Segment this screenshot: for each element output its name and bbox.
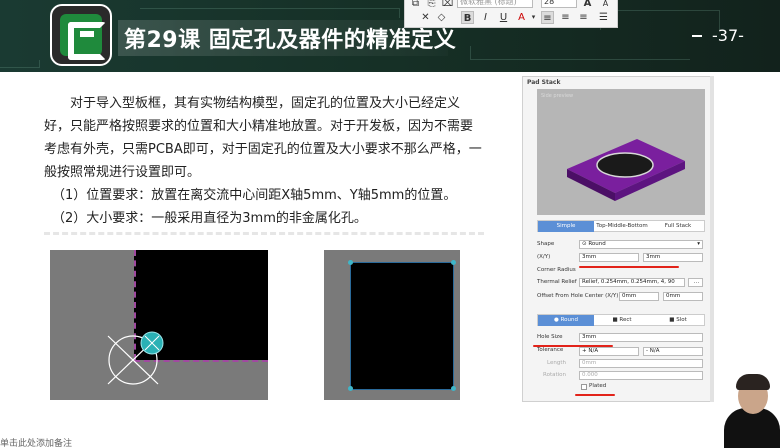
- paste-icon[interactable]: ⎘: [425, 0, 438, 10]
- align-left-icon[interactable]: ≡: [541, 11, 554, 24]
- tab-hole-rect[interactable]: ■ Rect: [594, 315, 650, 326]
- shape-value: Round: [588, 241, 606, 247]
- intro-paragraph[interactable]: 对于导入型板框，其有实物结构模型，固定孔的位置及大小已经定义好，只能严格按照要求…: [44, 92, 484, 184]
- thermal-relief-label: Thermal Relief: [537, 279, 577, 285]
- page-dash-left: [692, 35, 702, 37]
- copy-format-icon[interactable]: ⧉: [409, 0, 422, 10]
- font-name-select[interactable]: 微软雅黑 (标题): [457, 0, 533, 8]
- italic-button[interactable]: I: [479, 11, 492, 24]
- line-spacing-icon[interactable]: ☰: [597, 11, 610, 24]
- board-full-illustration: [324, 250, 460, 400]
- presenter-video: [724, 374, 780, 448]
- offset-label: Offset From Hole Center (X/Y): [537, 293, 619, 299]
- chevron-down-icon: ▾: [697, 241, 700, 247]
- toolbar-row-style: ✕ ◇ B I U A ▾ ≡ ≡ ≡ ☰: [405, 10, 619, 26]
- plated-label: Plated: [589, 383, 607, 389]
- length-input[interactable]: 0mm: [579, 359, 703, 368]
- section-divider: [44, 232, 484, 235]
- hole-size-input[interactable]: 3mm: [579, 333, 703, 342]
- size-x-input[interactable]: 3mm: [579, 253, 639, 262]
- board-corner-illustration: [50, 250, 268, 400]
- thermal-relief-input[interactable]: Relief, 0.254mm, 0.254mm, 4, 90: [579, 278, 685, 287]
- clear-format-icon[interactable]: ⌧: [441, 0, 454, 10]
- eraser-icon[interactable]: ◇: [435, 11, 448, 24]
- hole-size-label: Hole Size: [537, 334, 563, 340]
- presenter-hair: [736, 374, 770, 390]
- underline-button[interactable]: U: [497, 11, 510, 24]
- page-number: -37-: [712, 26, 744, 45]
- shape-select[interactable]: ⊙ Round ▾: [579, 240, 703, 249]
- pcb-trace-decoration: [0, 60, 40, 68]
- layer-mode-tabs: Simple Top-Middle-Bottom Full Stack: [537, 220, 705, 232]
- panel-title: Pad Stack: [527, 79, 561, 86]
- tab-hole-rect-label: Rect: [619, 317, 632, 323]
- tab-simple[interactable]: Simple: [538, 221, 594, 232]
- tab-top-middle-bottom[interactable]: Top-Middle-Bottom: [594, 221, 650, 232]
- board-copper-area: [350, 262, 454, 390]
- tolerance-minus-value: N/A: [649, 348, 660, 354]
- tab-hole-slot[interactable]: ■ Slot: [650, 315, 706, 326]
- tolerance-label: Tolerance: [537, 347, 564, 353]
- pcb-trace-decoration: [140, 8, 400, 18]
- format-toolbar: ⧉ ⎘ ⌧ 微软雅黑 (标题) 28 A A ✕ ◇ B I U A ▾ ≡ ≡…: [404, 0, 618, 28]
- tab-full-stack[interactable]: Full Stack: [650, 221, 706, 232]
- plated-annotation-underline: [575, 394, 615, 396]
- bold-button[interactable]: B: [461, 11, 474, 24]
- shrink-font-button[interactable]: A: [599, 0, 612, 10]
- size-annotation-underline: [579, 266, 679, 268]
- size-y-input[interactable]: 3mm: [643, 253, 703, 262]
- tab-hole-slot-label: Slot: [676, 317, 687, 323]
- align-right-icon[interactable]: ≡: [577, 11, 590, 24]
- course-logo: [50, 4, 112, 66]
- toolbar-row-font: ⧉ ⎘ ⌧ 微软雅黑 (标题) 28 A A: [405, 0, 619, 10]
- pad-3d-preview: Side preview: [537, 89, 705, 215]
- tab-hole-round-label: Round: [560, 317, 578, 323]
- list-item[interactable]: （2）大小要求：一般采用直径为3mm的非金属化孔。: [44, 207, 484, 230]
- tolerance-plus-input[interactable]: + N/A: [579, 347, 639, 356]
- corner-via-dot: [451, 260, 456, 265]
- rotation-input[interactable]: 0.000: [579, 371, 703, 380]
- pad-3d-model: [567, 139, 685, 201]
- pcb-trace-decoration: [470, 46, 690, 60]
- font-color-dropdown-icon[interactable]: ▾: [527, 11, 540, 24]
- tab-hole-round[interactable]: ● Round: [538, 315, 594, 326]
- corner-via-dot: [348, 260, 353, 265]
- mounting-hole-drawing: [107, 331, 164, 385]
- shape-label: Shape: [537, 241, 555, 247]
- notes-hint[interactable]: 单击此处添加备注: [0, 436, 72, 448]
- offset-x-input[interactable]: 0mm: [619, 292, 659, 301]
- offset-y-input[interactable]: 0mm: [663, 292, 703, 301]
- list-item[interactable]: （1）位置要求：放置在离交流中心间距X轴5mm、Y轴5mm的位置。: [44, 184, 484, 207]
- slide-body: 对于导入型板框，其有实物结构模型，固定孔的位置及大小已经定义好，只能严格按照要求…: [44, 92, 484, 230]
- plated-checkbox[interactable]: [581, 384, 587, 390]
- pad-stack-panel: Pad Stack Side preview Simple Top-Middle…: [522, 76, 712, 402]
- thermal-relief-more-button[interactable]: …: [688, 278, 703, 287]
- close-icon[interactable]: ✕: [419, 11, 432, 24]
- length-label: Length: [547, 360, 566, 366]
- grow-font-button[interactable]: A: [581, 0, 594, 10]
- tolerance-minus-input[interactable]: - N/A: [643, 347, 703, 356]
- presenter-body: [724, 408, 780, 448]
- rotation-label: Rotation: [543, 372, 567, 378]
- corner-radius-label: Corner Radius: [537, 267, 576, 273]
- hole-opening: [596, 152, 654, 178]
- align-center-icon[interactable]: ≡: [559, 11, 572, 24]
- logo-mark-icon: [60, 14, 106, 60]
- corner-via-dot: [348, 386, 353, 391]
- panel-scrollbar[interactable]: [710, 76, 714, 402]
- font-size-select[interactable]: 28: [541, 0, 577, 8]
- hole-shape-tabs: ● Round ■ Rect ■ Slot: [537, 314, 705, 326]
- corner-via-dot: [451, 386, 456, 391]
- tolerance-plus-value: N/A: [588, 348, 599, 354]
- xy-label: (X/Y): [537, 254, 551, 260]
